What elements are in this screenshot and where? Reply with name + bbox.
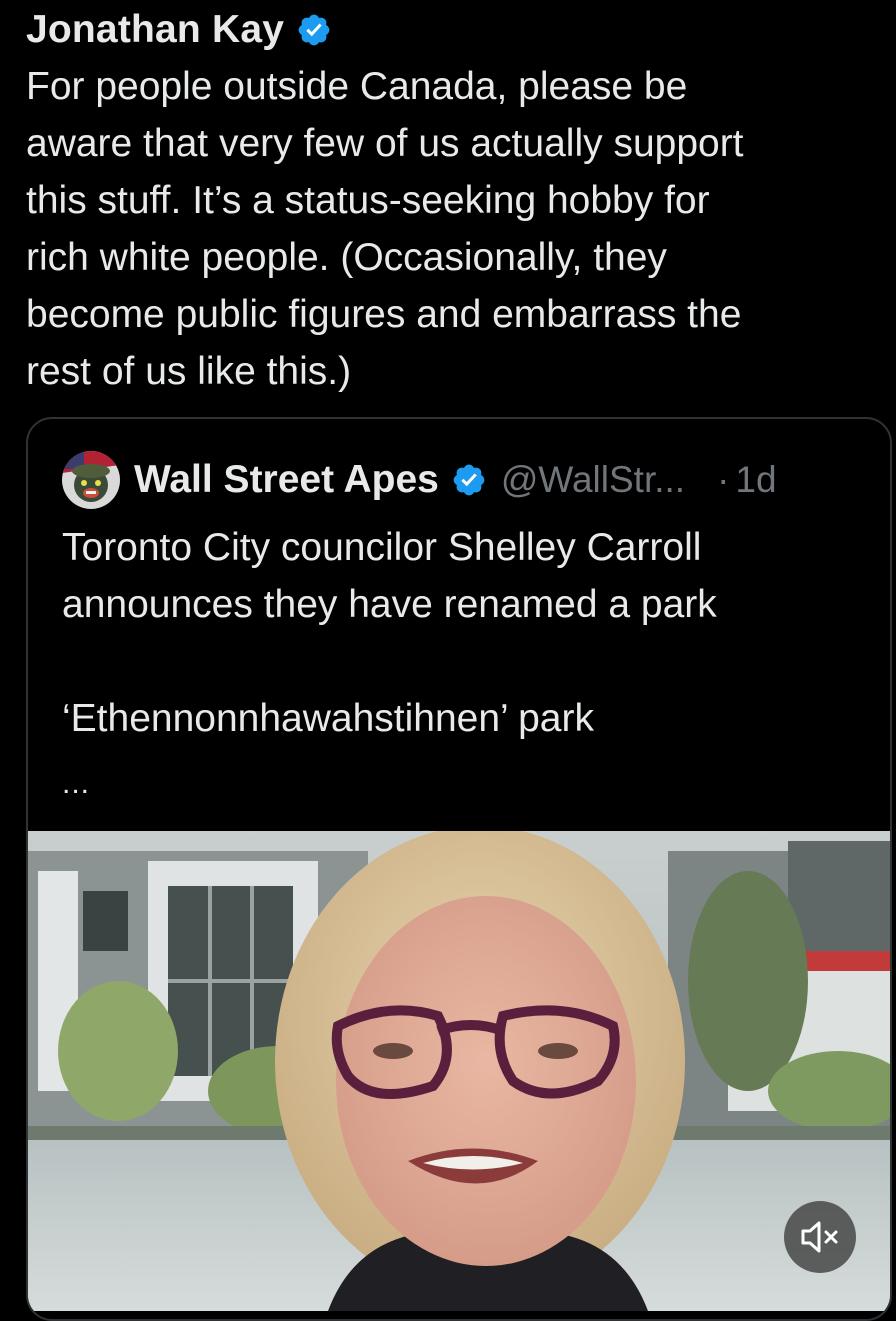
ape-avatar-icon — [62, 451, 120, 509]
separator-dot: · — [717, 459, 730, 500]
quoted-tweet-text: Toronto City councilor Shelley Carroll a… — [62, 526, 717, 740]
mute-toggle-button[interactable] — [784, 1201, 856, 1273]
quoted-author-name[interactable]: Wall Street Apes — [134, 458, 439, 502]
video-player[interactable] — [28, 831, 890, 1311]
video-frame — [28, 831, 890, 1311]
quoted-tweet-header: Wall Street Apes @WallStr... · 1d — [62, 449, 862, 511]
avatar[interactable] — [62, 451, 120, 509]
show-more-ellipsis[interactable]: ... — [62, 767, 90, 801]
speaker-muted-icon — [801, 1221, 838, 1253]
verified-badge-icon — [298, 14, 330, 46]
tweet-text: For people outside Canada, please be awa… — [26, 65, 744, 393]
verified-badge-icon — [453, 464, 485, 496]
timestamp[interactable]: 1d — [735, 459, 776, 501]
quoted-author-handle[interactable]: @WallStr... — [501, 459, 685, 501]
tweet-header: Jonathan Kay — [26, 4, 332, 56]
author-name[interactable]: Jonathan Kay — [26, 8, 284, 52]
quoted-tweet-card[interactable]: Wall Street Apes @WallStr... · 1d Toront… — [26, 417, 892, 1321]
